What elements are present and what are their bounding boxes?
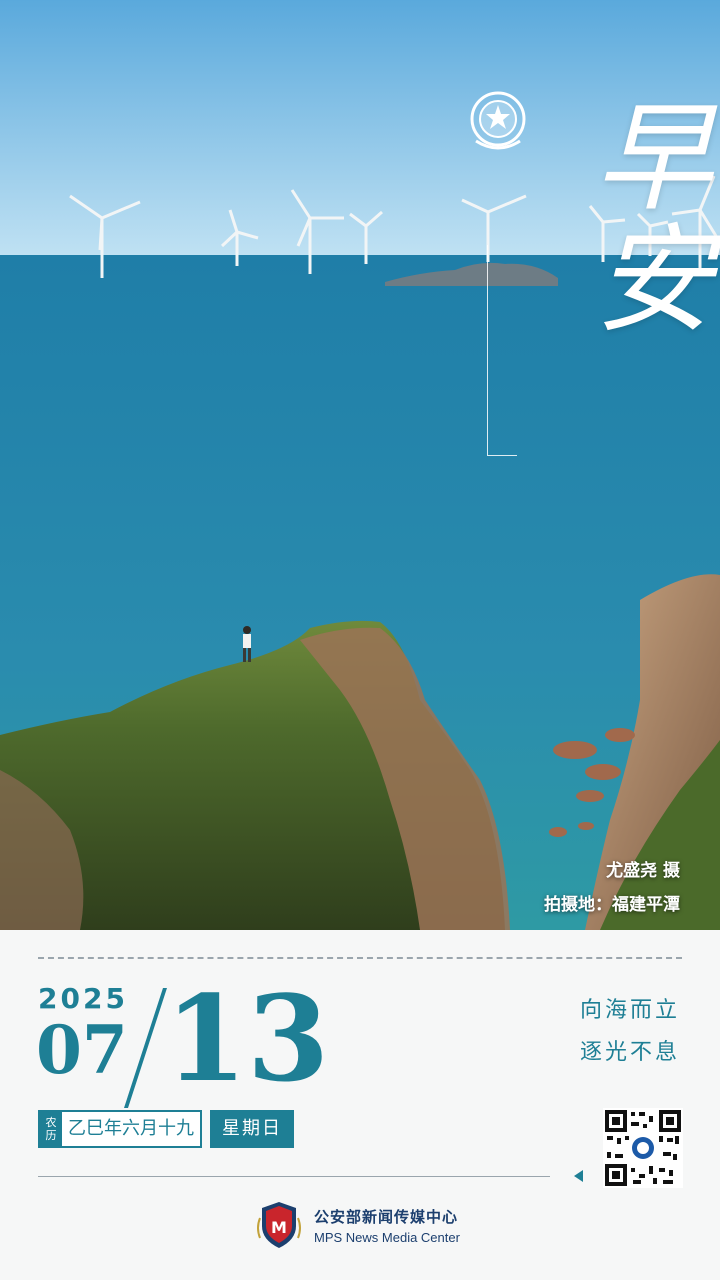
title-vertical-rule: [487, 245, 488, 455]
greeting-title-block: 早安: [462, 85, 712, 456]
calendar-panel: 2025 07 13 向海而立 逐光不息 农历 乙巳年六月十九 星期日 M 公安…: [0, 930, 720, 1280]
brand-name-en: MPS News Media Center: [314, 1229, 460, 1245]
photo-location: 拍摄地：福建平潭: [544, 895, 680, 915]
mps-shield-logo-icon: M: [257, 1202, 301, 1248]
photographer-credit: 尤盛尧 摄: [606, 861, 680, 881]
lunar-tag: 农历: [40, 1112, 62, 1146]
motto-line-1: 向海而立: [579, 998, 680, 1023]
arrow-left-icon: [574, 1170, 583, 1182]
greeting-title: 早安: [574, 95, 712, 339]
date-month: 07: [36, 1011, 128, 1089]
svg-text:M: M: [271, 1218, 287, 1237]
weekday-badge: 星期日: [210, 1110, 294, 1148]
brand-name-cn: 公安部新闻传媒中心: [314, 1207, 459, 1226]
motto-line-2: 逐光不息: [579, 1040, 680, 1065]
poster: 早安 尤盛尧 摄 拍摄地：福建平潭 2025 07 13 向海而立 逐光不息 农…: [0, 0, 720, 1280]
title-horizontal-rule: [487, 455, 517, 456]
background-photo: 早安 尤盛尧 摄 拍摄地：福建平潭: [0, 0, 720, 930]
qr-code-icon[interactable]: [603, 1108, 683, 1188]
lunar-date-box: 农历 乙巳年六月十九: [38, 1110, 202, 1148]
bottom-rule: [38, 1176, 550, 1177]
brand-footer: M 公安部新闻传媒中心 MPS News Media Center: [252, 1198, 460, 1252]
date-slash: [124, 988, 167, 1108]
dashed-divider: [38, 957, 682, 959]
date-day: 13: [165, 969, 330, 1108]
lunar-date: 乙巳年六月十九: [62, 1112, 200, 1146]
